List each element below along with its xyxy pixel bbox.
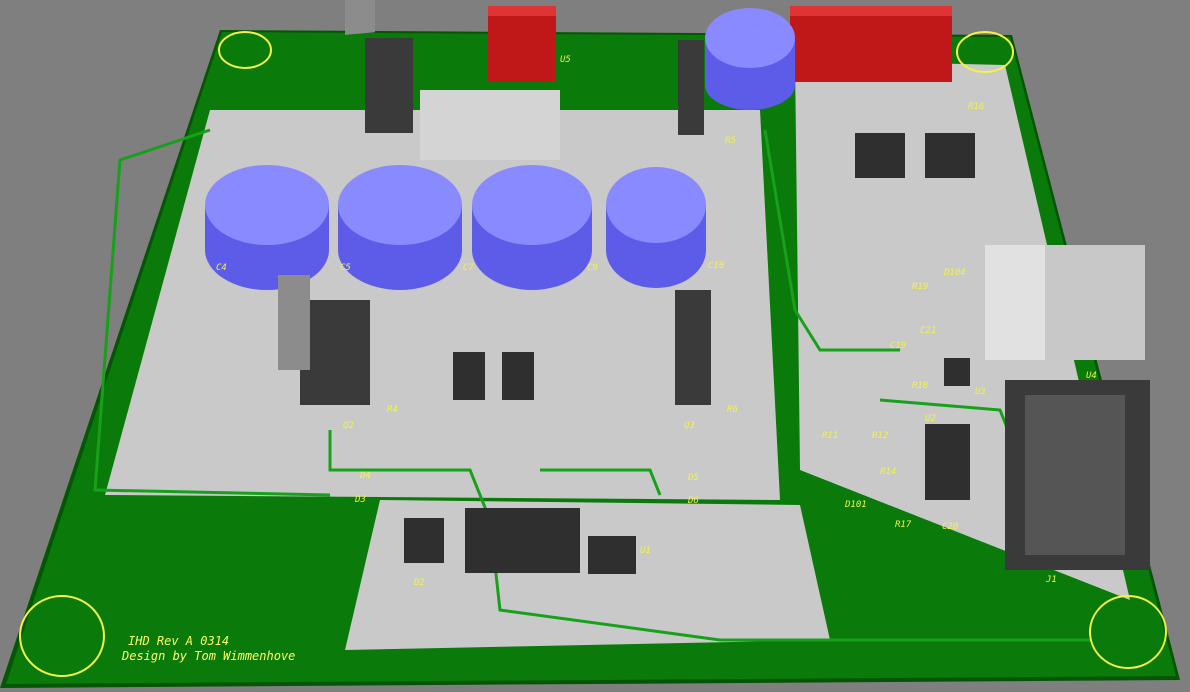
label-u3: U3 xyxy=(975,387,986,397)
label-c5: C5 xyxy=(340,263,351,273)
connector-j1 xyxy=(1005,380,1150,570)
capacitor-c9 xyxy=(606,167,706,288)
label-r14: R14 xyxy=(880,467,896,477)
label-u4: U4 xyxy=(1086,371,1097,381)
label-c4: C4 xyxy=(216,263,227,273)
label-q3: Q3 xyxy=(684,421,695,431)
relay-right xyxy=(790,6,952,82)
label-j1: J1 xyxy=(1045,575,1057,585)
label-u5: U5 xyxy=(560,55,571,65)
label-r5: R5 xyxy=(725,136,736,146)
label-u1: U1 xyxy=(640,546,651,556)
label-d4: D4 xyxy=(359,471,371,481)
label-d3: D3 xyxy=(354,495,366,505)
label-r11: R11 xyxy=(822,431,838,441)
ic-left xyxy=(404,518,444,563)
relay-u5 xyxy=(488,6,556,82)
board-caption-line2: Design by Tom Wimmenhove xyxy=(121,649,295,663)
label-d5: D5 xyxy=(687,473,699,483)
label-c10: C10 xyxy=(708,261,724,271)
label-c7: C7 xyxy=(463,263,474,273)
label-r18: R18 xyxy=(912,381,928,391)
label-r17: R17 xyxy=(895,520,912,530)
label-d104: D104 xyxy=(943,268,966,278)
board-caption-line1: IHD Rev A 0314 xyxy=(128,634,229,648)
transistor-top-left xyxy=(365,38,413,133)
connector-usb xyxy=(985,245,1145,360)
label-d2: D2 xyxy=(413,578,425,588)
pcb-render: U5 R5 C4 C5 C7 C9 C10 Q2 R4 Q3 R6 D4 D3 … xyxy=(0,0,1190,688)
label-d6: D6 xyxy=(687,496,699,506)
label-c21: C21 xyxy=(920,326,936,336)
ic-u3 xyxy=(944,358,970,386)
transistor-q2 xyxy=(300,300,370,405)
label-c20: C20 xyxy=(942,522,958,532)
label-u2: U2 xyxy=(925,414,936,424)
capacitor-c5 xyxy=(338,165,462,290)
label-r6: R6 xyxy=(727,405,738,415)
label-c19: C19 xyxy=(890,341,906,351)
transistor-top-mid xyxy=(678,40,704,135)
ic-k2 xyxy=(453,352,485,400)
ic-right xyxy=(588,536,636,574)
label-r16: R16 xyxy=(968,102,984,112)
ic-u1 xyxy=(465,508,580,573)
label-r19: R19 xyxy=(912,282,928,292)
ic-u2 xyxy=(925,424,970,500)
label-c9: C9 xyxy=(587,263,598,273)
ic-opto2 xyxy=(925,133,975,178)
ic-k1 xyxy=(502,352,534,400)
pcb-scene: U5 R5 C4 C5 C7 C9 C10 Q2 R4 Q3 R6 D4 D3 … xyxy=(0,0,1180,688)
ic-opto1 xyxy=(855,133,905,178)
capacitor-c7 xyxy=(472,165,592,290)
label-r12: R12 xyxy=(872,431,888,441)
capacitor-top xyxy=(705,8,795,110)
label-d101: D101 xyxy=(844,500,867,510)
label-q2: Q2 xyxy=(343,421,354,431)
transistor-q3 xyxy=(675,290,711,405)
label-r4: R4 xyxy=(387,405,398,415)
